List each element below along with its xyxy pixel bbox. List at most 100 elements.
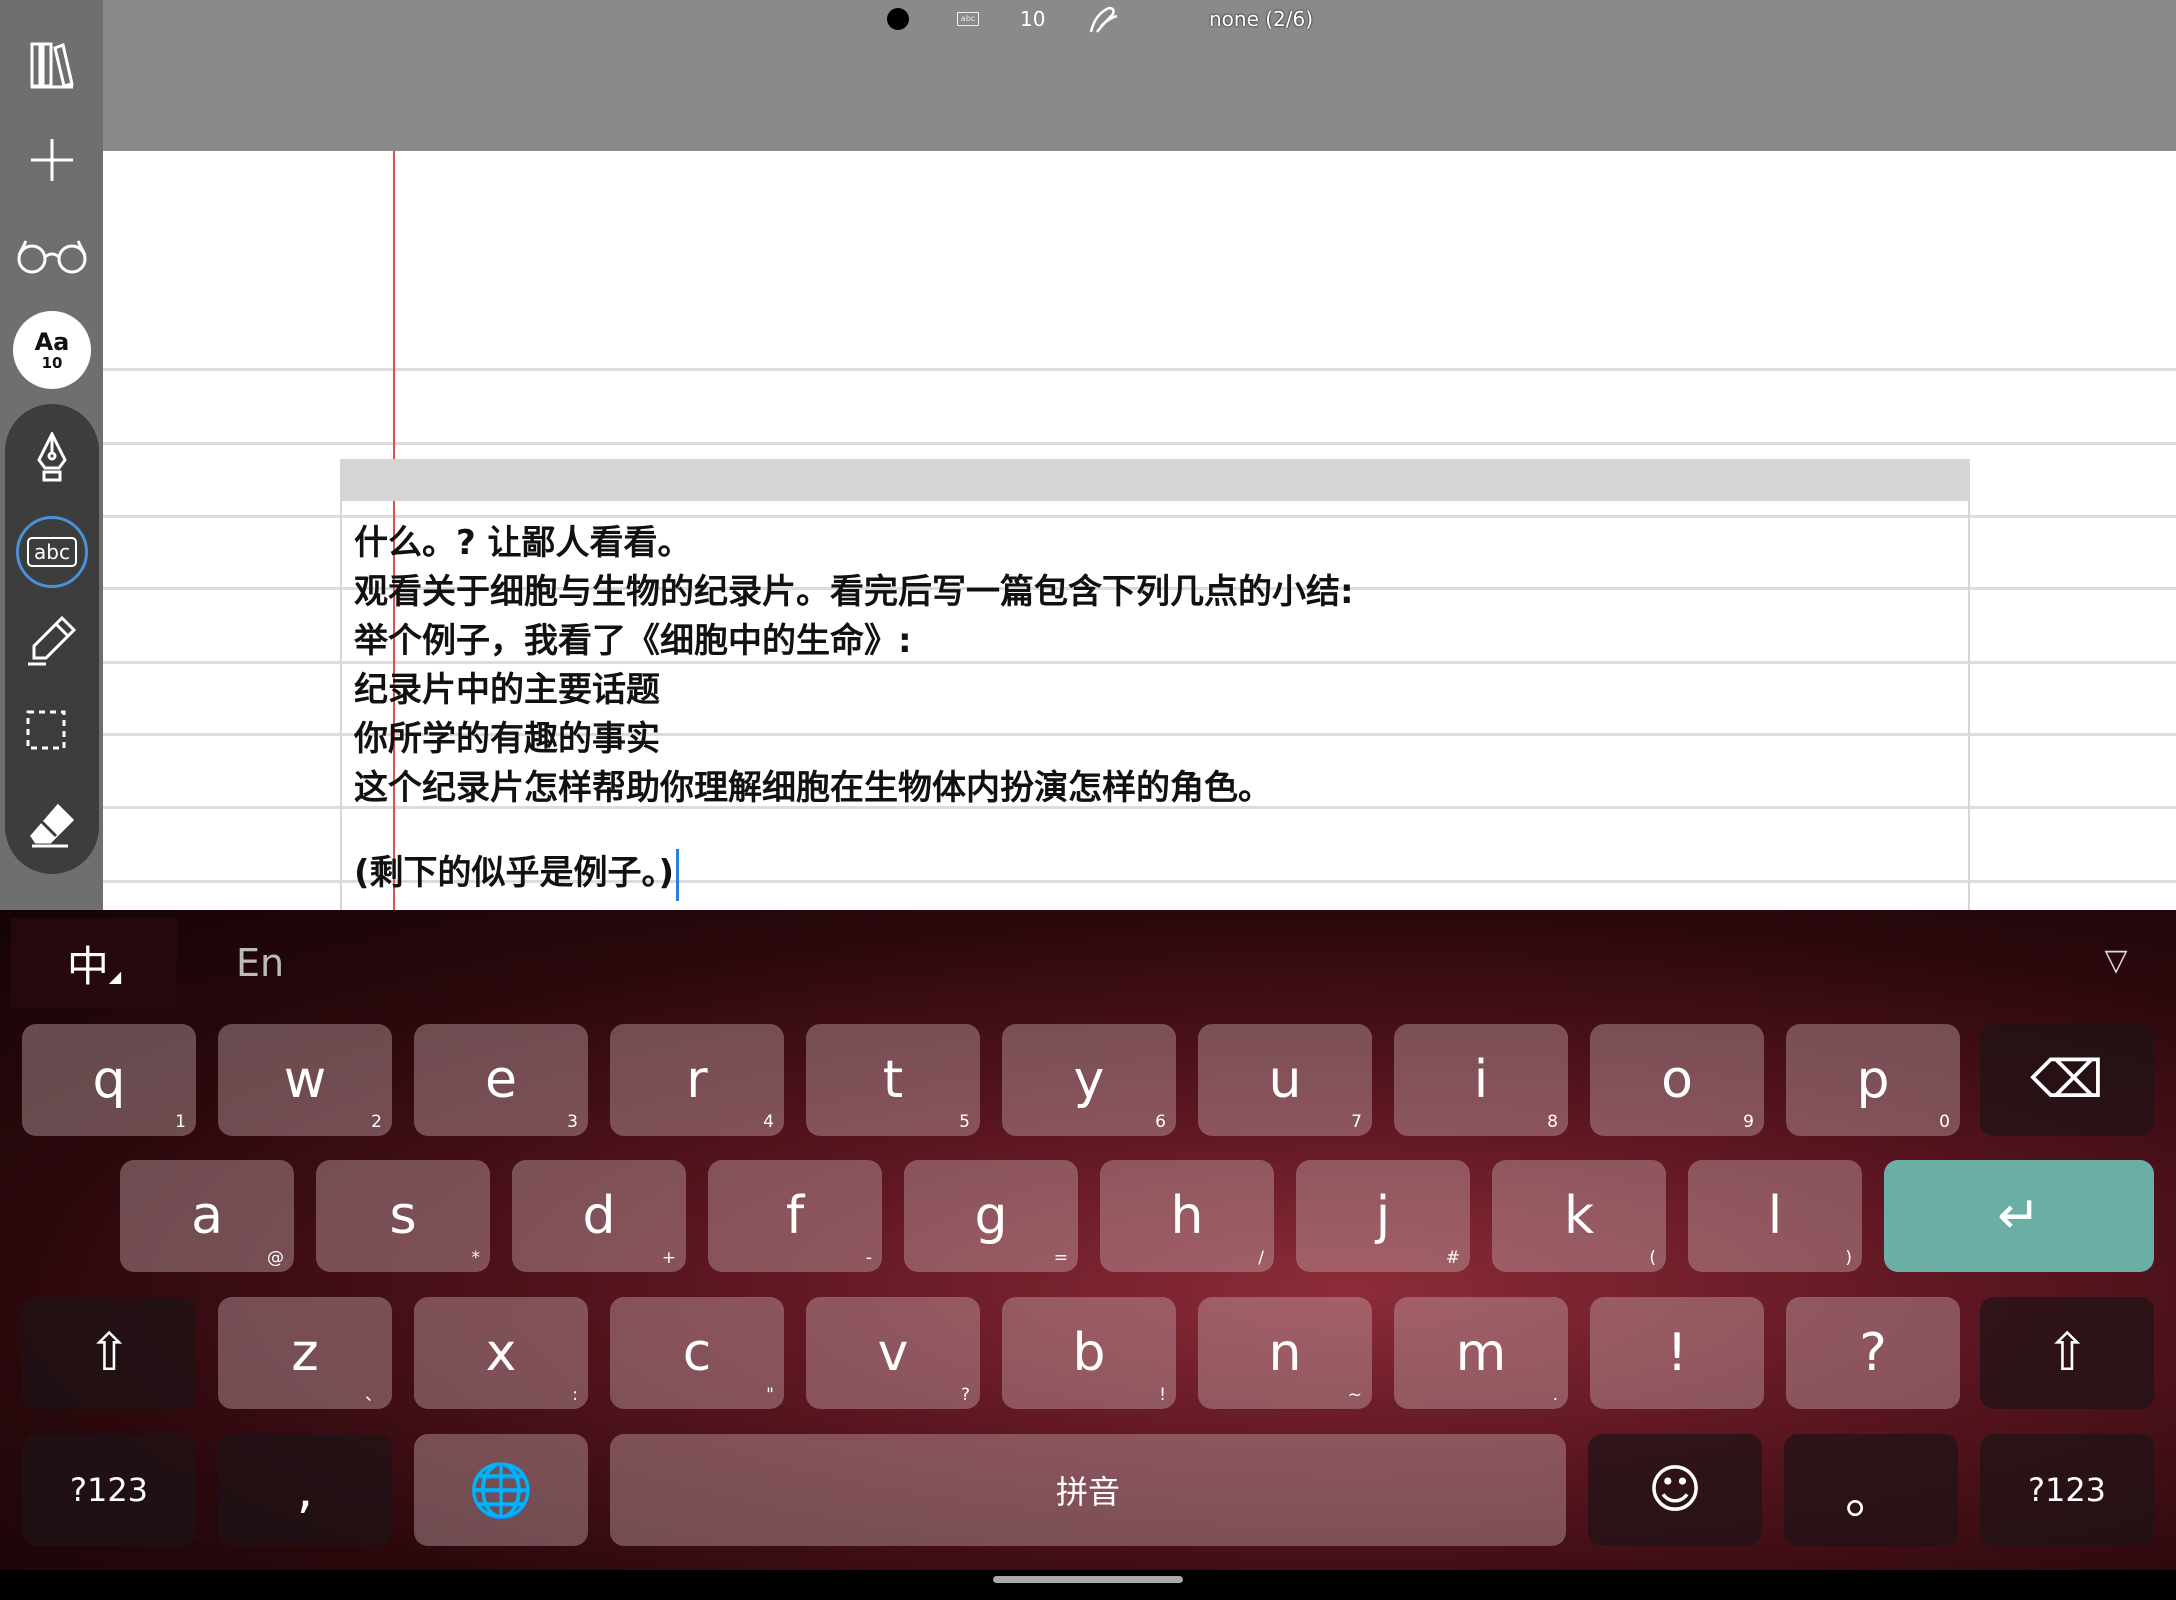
collapse-keyboard-icon[interactable]: ▽ <box>2096 940 2136 980</box>
globe-icon[interactable]: 🌐 <box>414 1434 588 1546</box>
key-label: r <box>686 1050 708 1110</box>
key-hint: 5 <box>959 1112 970 1132</box>
enter-button[interactable]: ↵ <box>1884 1160 2154 1272</box>
symbols-right-button[interactable]: ?123 <box>1980 1434 2154 1546</box>
textbox-icon: abc <box>957 4 979 34</box>
key-x[interactable]: x: <box>414 1297 588 1409</box>
shift-right-icon[interactable]: ⇧ <box>1980 1297 2154 1409</box>
key-question[interactable]: ? <box>1786 1297 1960 1409</box>
notebook-page[interactable]: 什么。? 让鄙人看看。 观看关于细胞与生物的纪录片。看完后写一篇包含下列几点的小… <box>103 151 2176 910</box>
key-hint: ~ <box>1347 1385 1362 1405</box>
key-y[interactable]: y6 <box>1002 1024 1176 1136</box>
key-label: i <box>1473 1050 1489 1110</box>
key-label: w <box>283 1050 327 1110</box>
left-toolbar: Aa 10 abc <box>0 0 103 910</box>
lasso-select-icon[interactable] <box>5 692 99 780</box>
text-box[interactable]: 什么。? 让鄙人看看。 观看关于细胞与生物的纪录片。看完后写一篇包含下列几点的小… <box>340 459 1970 910</box>
period-key[interactable]: 。 <box>1784 1434 1958 1546</box>
add-icon[interactable] <box>0 115 103 205</box>
key-hint: ) <box>1845 1248 1852 1268</box>
lang-chinese-button[interactable]: 中 ◢ <box>11 918 177 1008</box>
key-label: j <box>1375 1186 1391 1246</box>
key-label: ↵ <box>1997 1186 2041 1246</box>
text-line: 什么。? 让鄙人看看。 <box>354 523 692 563</box>
text-tool-icon[interactable]: abc <box>5 508 99 596</box>
keyboard-toolbar: 中 ◢ En ▽ <box>0 910 2176 1008</box>
key-c[interactable]: c " <box>610 1297 784 1409</box>
key-h[interactable]: h / <box>1100 1160 1274 1272</box>
key-l[interactable]: l) <box>1688 1160 1862 1272</box>
key-o[interactable]: o9 <box>1590 1024 1764 1136</box>
key-hint: . <box>1552 1385 1558 1405</box>
font-size-button[interactable]: Aa 10 <box>13 311 91 389</box>
key-label: z <box>291 1323 319 1383</box>
key-f[interactable]: f- <box>708 1160 882 1272</box>
lang-english-button[interactable]: En <box>200 918 320 1008</box>
text-line: 举个例子，我看了《细胞中的生命》: <box>354 621 912 661</box>
key-label: ☺ <box>1647 1460 1703 1520</box>
key-label: n <box>1268 1323 1302 1383</box>
key-s[interactable]: s * <box>316 1160 490 1272</box>
eraser-icon[interactable] <box>5 782 99 870</box>
shift-left-icon[interactable]: ⇧ <box>22 1297 196 1409</box>
space-key[interactable]: 拼音 <box>610 1434 1566 1546</box>
key-q[interactable]: q1 <box>22 1024 196 1136</box>
key-label: ?123 <box>2027 1471 2107 1509</box>
key-p[interactable]: p0 <box>1786 1024 1960 1136</box>
key-hint: " <box>766 1385 774 1405</box>
key-u[interactable]: u7 <box>1198 1024 1372 1136</box>
text-caret <box>676 848 680 901</box>
key-label: u <box>1268 1050 1302 1110</box>
emoji-icon[interactable]: ☺ <box>1588 1434 1762 1546</box>
key-hint: ( <box>1649 1248 1656 1268</box>
key-r[interactable]: r4 <box>610 1024 784 1136</box>
soft-keyboard: 中 ◢ En ▽ q 1 w 2 e 3 r 4 t 5 y 6 u 7 i 8 o 9 p 0 ⌫ a @ s * d + f - g =… <box>0 910 2176 1600</box>
key-t[interactable]: t5 <box>806 1024 980 1136</box>
key-label: e <box>485 1050 517 1110</box>
page-rule <box>103 368 2176 371</box>
key-i[interactable]: i8 <box>1394 1024 1568 1136</box>
key-label: p <box>1856 1050 1890 1110</box>
comma-key[interactable]: , <box>218 1434 392 1546</box>
key-g[interactable]: g = <box>904 1160 1078 1272</box>
key-hint: / <box>1258 1248 1264 1268</box>
symbols-left-button[interactable]: ?123 <box>22 1434 196 1546</box>
key-hint: - <box>865 1248 872 1268</box>
text-box-handle[interactable] <box>342 459 1968 501</box>
key-j[interactable]: j # <box>1296 1160 1470 1272</box>
key-n[interactable]: n ~ <box>1198 1297 1372 1409</box>
reading-glasses-icon[interactable] <box>0 210 103 300</box>
top-status-bar: abc 10 none (2/6) <box>103 0 2176 151</box>
key-label: l <box>1767 1186 1783 1246</box>
key-k[interactable]: k( <box>1492 1160 1666 1272</box>
key-label: m <box>1455 1323 1507 1383</box>
key-v[interactable]: v? <box>806 1297 980 1409</box>
key-z[interactable]: z、 <box>218 1297 392 1409</box>
pen-icon[interactable] <box>5 414 99 502</box>
highlighter-icon[interactable] <box>5 596 99 684</box>
library-icon[interactable] <box>0 20 103 110</box>
font-label: Aa <box>34 328 70 356</box>
key-label: o <box>1661 1050 1693 1110</box>
key-hint: = <box>1053 1248 1068 1268</box>
key-w[interactable]: w2 <box>218 1024 392 1136</box>
key-e[interactable]: e3 <box>414 1024 588 1136</box>
key-hint: : <box>572 1385 578 1405</box>
key-label: b <box>1072 1323 1106 1383</box>
text-tool-label: abc <box>34 540 70 564</box>
key-hint: 1 <box>175 1112 186 1132</box>
key-d[interactable]: d + <box>512 1160 686 1272</box>
key-exclamation[interactable]: ! <box>1590 1297 1764 1409</box>
key-label: , <box>296 1460 314 1520</box>
tool-panel: abc <box>5 404 99 874</box>
key-label: 🌐 <box>468 1460 534 1521</box>
key-hint: ? <box>960 1385 970 1405</box>
font-size-value: 10 <box>41 354 63 372</box>
key-m[interactable]: m. <box>1394 1297 1568 1409</box>
key-label: ? <box>1859 1323 1887 1383</box>
key-b[interactable]: b! <box>1002 1297 1176 1409</box>
navigation-bar <box>0 1570 2176 1600</box>
key-a[interactable]: a @ <box>120 1160 294 1272</box>
backspace-icon[interactable]: ⌫ <box>1980 1024 2154 1136</box>
home-indicator[interactable] <box>993 1576 1183 1583</box>
